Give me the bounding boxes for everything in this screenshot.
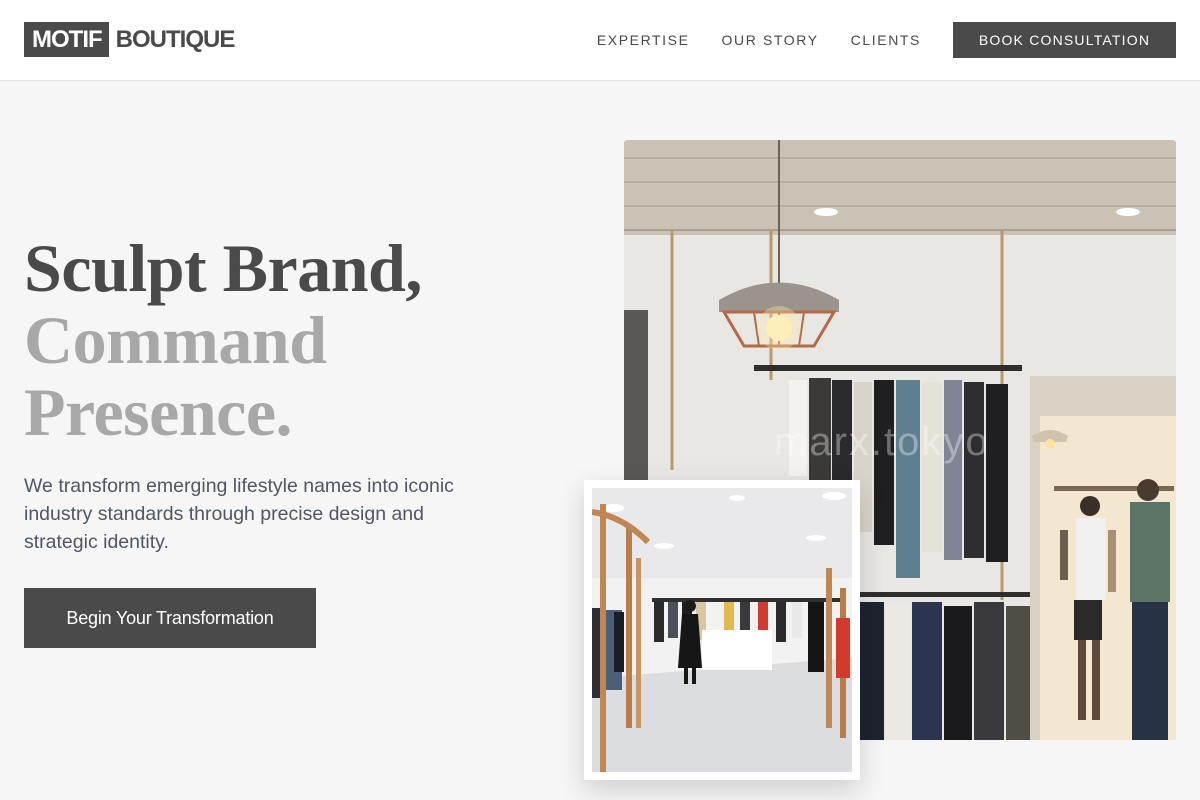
brand-logo-name: BOUTIQUE (115, 26, 236, 53)
store-floor-photo (584, 480, 860, 780)
book-consultation-button[interactable]: BOOK CONSULTATION (953, 22, 1176, 58)
hero-subtext: We transform emerging lifestyle names in… (24, 475, 454, 553)
store-floor-photo-frame (592, 488, 852, 772)
main-image-watermark: marx.tokyo (774, 420, 990, 464)
store-floor-illustration (592, 488, 852, 772)
hero-headline-line-3: Presence. (24, 374, 292, 450)
nav-link-expertise[interactable]: EXPERTISE (597, 32, 690, 48)
begin-transformation-button[interactable]: Begin Your Transformation (24, 588, 316, 648)
nav-link-our-story[interactable]: OUR STORY (722, 32, 819, 48)
brand-logo-mark: MOTIF (24, 22, 109, 57)
hero-headline-line-2: Command (24, 302, 327, 378)
site-header: MOTIF BOUTIQUE EXPERTISE OUR STORY CLIEN… (0, 0, 1200, 81)
nav-link-clients[interactable]: CLIENTS (851, 32, 921, 48)
brand-logo[interactable]: MOTIF BOUTIQUE (24, 22, 236, 57)
hero-headline-line-1: Sculpt Brand, (24, 230, 422, 306)
hero-headline: Sculpt Brand, Command Presence. (24, 232, 422, 448)
main-nav: EXPERTISE OUR STORY CLIENTS BOOK CONSULT… (597, 22, 1176, 58)
